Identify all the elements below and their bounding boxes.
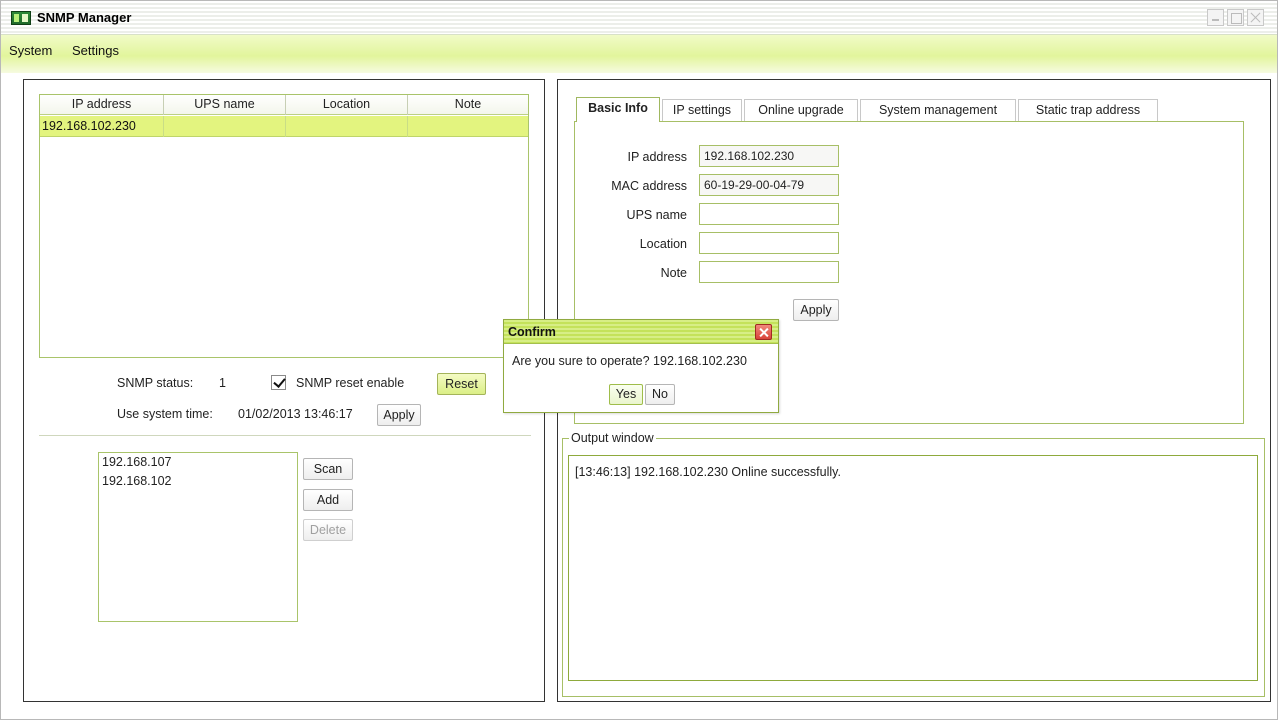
divider [39,435,531,436]
basic-info-apply-button[interactable]: Apply [793,299,839,321]
cell-ups-name [164,116,286,137]
main-window: SNMP Manager System Settings IP address … [0,0,1278,720]
location-field[interactable] [699,232,839,254]
dialog-title-bar[interactable]: Confirm [504,320,778,344]
snmp-status-label: SNMP status: [117,376,194,390]
list-item[interactable]: 192.168.102 [99,472,297,491]
tab-static-trap-address[interactable]: Static trap address [1018,99,1158,121]
column-header-note[interactable]: Note [408,95,528,115]
maximize-icon[interactable] [1227,9,1244,26]
column-header-ip[interactable]: IP address [40,95,164,115]
reset-button[interactable]: Reset [437,373,486,395]
tab-system-management[interactable]: System management [860,99,1016,121]
menu-system[interactable]: System [7,43,54,58]
yes-button[interactable]: Yes [609,384,643,405]
tab-ip-settings[interactable]: IP settings [662,99,742,121]
app-icon [11,11,31,25]
system-time-value: 01/02/2013 13:46:17 [238,407,353,421]
snmp-status-value: 1 [219,376,226,390]
title-bar: SNMP Manager [1,1,1277,35]
add-button[interactable]: Add [303,489,353,511]
cell-ip: 192.168.102.230 [40,116,164,137]
scan-range-list[interactable]: 192.168.107 192.168.102 [98,452,298,622]
output-window-group: Output window [13:46:13] 192.168.102.230… [562,431,1265,697]
cell-location [286,116,408,137]
list-item[interactable]: 192.168.107 [99,453,297,472]
note-label: Note [660,266,687,280]
ip-address-field[interactable]: 192.168.102.230 [699,145,839,167]
location-label: Location [639,237,687,251]
menu-bar: System Settings [1,35,1277,73]
snmp-reset-enable-checkbox[interactable] [271,375,286,390]
dialog-close-icon[interactable] [755,324,772,340]
dialog-message: Are you sure to operate? 192.168.102.230 [512,354,747,368]
mac-address-label: MAC address [611,179,687,193]
window-close-icon[interactable] [1247,9,1264,26]
output-window-legend: Output window [569,431,656,445]
system-time-label: Use system time: [117,407,213,421]
system-time-apply-button[interactable]: Apply [377,404,421,426]
minimize-icon[interactable] [1207,9,1224,26]
device-panel: IP address UPS name Location Note 192.16… [23,79,545,702]
ip-address-label: IP address [627,150,687,164]
mac-address-field[interactable]: 60-19-29-00-04-79 [699,174,839,196]
table-header: IP address UPS name Location Note [40,95,528,115]
dialog-title: Confirm [508,325,556,339]
confirm-dialog: Confirm Are you sure to operate? 192.168… [503,319,779,413]
window-title: SNMP Manager [37,10,132,25]
tab-basic-info[interactable]: Basic Info [576,97,660,122]
output-log[interactable]: [13:46:13] 192.168.102.230 Online succes… [568,455,1258,681]
ups-table[interactable]: IP address UPS name Location Note 192.16… [39,94,529,358]
ups-name-field[interactable] [699,203,839,225]
note-field[interactable] [699,261,839,283]
scan-button[interactable]: Scan [303,458,353,480]
snmp-reset-enable-label: SNMP reset enable [296,376,405,390]
delete-button[interactable]: Delete [303,519,353,541]
column-header-location[interactable]: Location [286,95,408,115]
cell-note [408,116,528,137]
tab-online-upgrade[interactable]: Online upgrade [744,99,858,121]
log-line: [13:46:13] 192.168.102.230 Online succes… [575,465,841,479]
table-row[interactable]: 192.168.102.230 [40,116,528,137]
no-button[interactable]: No [645,384,675,405]
column-header-ups-name[interactable]: UPS name [164,95,286,115]
ups-name-label: UPS name [626,208,687,222]
menu-settings[interactable]: Settings [70,43,121,58]
